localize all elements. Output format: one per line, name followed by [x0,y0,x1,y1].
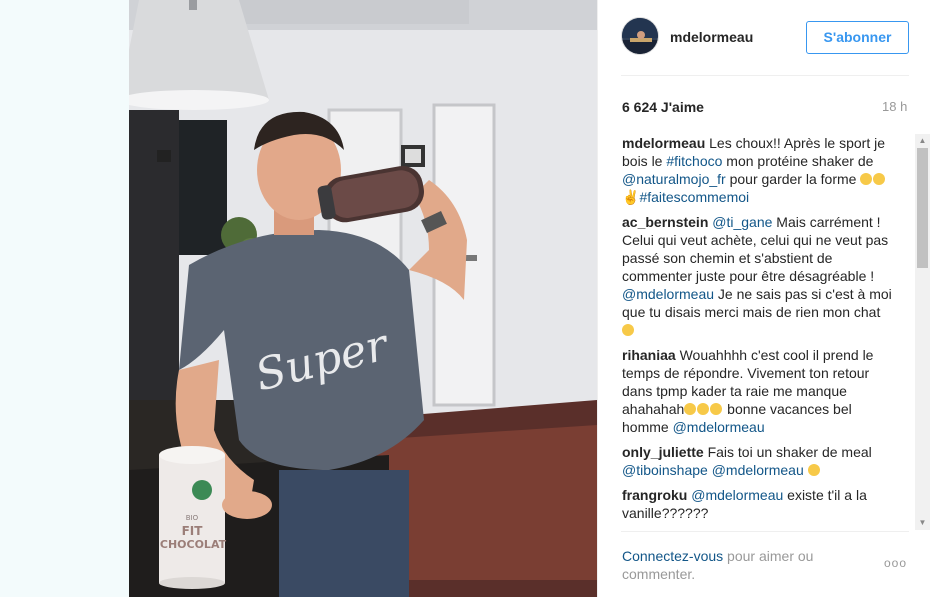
comment-link[interactable]: @ti_gane [712,214,772,230]
comment-text: Fais toi un shaker de meal [707,444,872,460]
comment-link[interactable]: @mdelormeau [691,487,783,503]
comment: mdelormeau Les choux!! Après le sport je… [622,134,897,206]
likes-count[interactable]: 6 624 J'aime [622,99,704,115]
tub-line1: FIT [182,524,204,538]
emoji-icon [710,403,723,415]
scroll-thumb[interactable] [917,148,928,268]
comment: rihaniaa Wouahhhh c'est cool il prend le… [622,346,897,436]
comment-text: ✌ [622,189,640,205]
post-header: mdelormeau S'abonner [621,17,911,57]
post-photo-illustration: Super BIO FIT CHOCOLAT [129,0,597,597]
more-options-icon[interactable]: ooo [884,556,907,570]
comment-username[interactable]: only_juliette [622,444,704,460]
left-background [0,0,129,597]
comment-text: pour garder la forme [725,171,861,187]
comments-list: mdelormeau Les choux!! Après le sport je… [622,134,897,526]
tub-line2: CHOCOLAT [160,538,227,551]
login-prompt: Connectez-vous pour aimer ou commenter. [622,547,852,583]
login-link[interactable]: Connectez-vous [622,548,723,564]
comment-username[interactable]: ac_bernstein [622,214,708,230]
username[interactable]: mdelormeau [670,29,753,45]
comment-link[interactable]: @mdelormeau [622,286,714,302]
emoji-icon [807,464,820,476]
emoji-icon [684,403,697,415]
comment: ac_bernstein @ti_gane Mais carrément ! C… [622,213,897,339]
scroll-up-icon[interactable]: ▲ [915,134,930,148]
post-photo[interactable]: Super BIO FIT CHOCOLAT [129,0,597,597]
comment-username[interactable]: frangroku [622,487,687,503]
comment-text: mon protéine shaker de [722,153,874,169]
follow-button[interactable]: S'abonner [806,21,909,54]
scroll-down-icon[interactable]: ▼ [915,516,930,530]
comment-username[interactable]: rihaniaa [622,347,676,363]
avatar-image [622,18,658,54]
comment-link[interactable]: @naturalmojo_fr [622,171,726,187]
emoji-icon [622,324,634,336]
emoji-icon [697,403,710,415]
emoji-icon [860,173,873,185]
tub-brand: BIO [186,514,199,522]
comment-link[interactable]: #faitescommemoi [639,189,749,205]
avatar[interactable] [621,17,659,55]
post-time[interactable]: 18 h [882,99,907,114]
comment-link[interactable]: #fitchoco [666,153,722,169]
comment-link[interactable]: @tiboinshape [622,462,708,478]
comment-link[interactable]: @mdelormeau [712,462,804,478]
comment-link[interactable]: @mdelormeau [673,419,765,435]
footer-divider [621,531,909,532]
comment-username[interactable]: mdelormeau [622,135,705,151]
comment: frangroku @mdelormeau existe t'il a la v… [622,486,897,522]
header-divider [621,75,909,76]
emoji-icon [873,173,886,185]
comments-scrollbar[interactable]: ▲ ▼ [915,134,930,530]
comment: only_juliette Fais toi un shaker de meal… [622,443,897,479]
